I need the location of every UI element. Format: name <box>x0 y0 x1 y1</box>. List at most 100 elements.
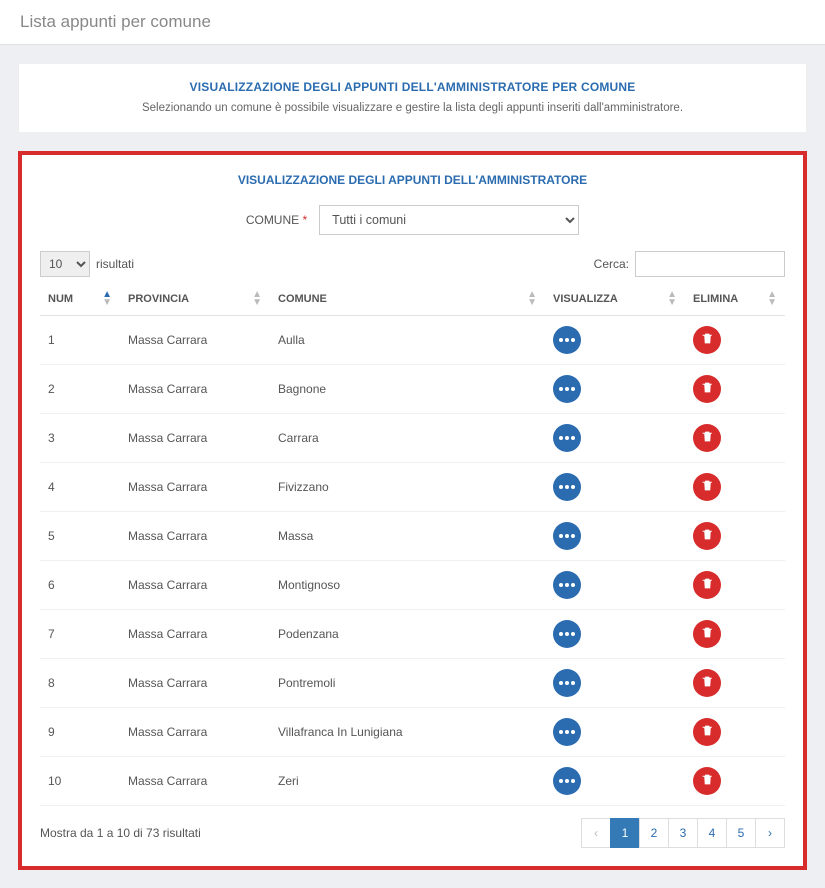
ellipsis-icon <box>559 436 575 440</box>
delete-button[interactable] <box>693 522 721 550</box>
comune-filter-row: COMUNE * Tutti i comuni <box>40 205 785 235</box>
search-input[interactable] <box>635 251 785 277</box>
cell-num: 8 <box>40 659 120 708</box>
table-row: 1Massa CarraraAulla <box>40 316 785 365</box>
sort-icon: ▲▼ <box>102 291 112 307</box>
cell-elimina <box>685 414 785 463</box>
view-button[interactable] <box>553 718 581 746</box>
col-header-num[interactable]: NUM ▲▼ <box>40 283 120 316</box>
cell-elimina <box>685 365 785 414</box>
cell-provincia: Massa Carrara <box>120 512 270 561</box>
delete-button[interactable] <box>693 620 721 648</box>
cell-provincia: Massa Carrara <box>120 365 270 414</box>
pagination-prev[interactable]: ‹ <box>581 818 611 848</box>
table-row: 6Massa CarraraMontignoso <box>40 561 785 610</box>
cell-visualizza <box>545 757 685 806</box>
trash-icon <box>701 528 714 544</box>
delete-button[interactable] <box>693 669 721 697</box>
view-button[interactable] <box>553 669 581 697</box>
trash-icon <box>701 675 714 691</box>
pagination-page-3[interactable]: 3 <box>668 818 698 848</box>
sort-icon: ▲▼ <box>667 291 677 307</box>
cell-num: 1 <box>40 316 120 365</box>
cell-provincia: Massa Carrara <box>120 414 270 463</box>
cell-provincia: Massa Carrara <box>120 463 270 512</box>
delete-button[interactable] <box>693 326 721 354</box>
cell-elimina <box>685 463 785 512</box>
cell-visualizza <box>545 463 685 512</box>
search-label: Cerca: <box>594 257 629 271</box>
cell-elimina <box>685 561 785 610</box>
col-header-provincia[interactable]: PROVINCIA ▲▼ <box>120 283 270 316</box>
col-header-visualizza[interactable]: VISUALIZZA ▲▼ <box>545 283 685 316</box>
cell-num: 6 <box>40 561 120 610</box>
ellipsis-icon <box>559 338 575 342</box>
pagination-page-2[interactable]: 2 <box>639 818 669 848</box>
ellipsis-icon <box>559 485 575 489</box>
delete-button[interactable] <box>693 718 721 746</box>
table-row: 4Massa CarraraFivizzano <box>40 463 785 512</box>
col-header-elimina[interactable]: ELIMINA ▲▼ <box>685 283 785 316</box>
cell-num: 5 <box>40 512 120 561</box>
cell-comune: Montignoso <box>270 561 545 610</box>
sort-icon: ▲▼ <box>527 291 537 307</box>
trash-icon <box>701 724 714 740</box>
ellipsis-icon <box>559 730 575 734</box>
delete-button[interactable] <box>693 473 721 501</box>
view-button[interactable] <box>553 473 581 501</box>
col-header-comune[interactable]: COMUNE ▲▼ <box>270 283 545 316</box>
view-button[interactable] <box>553 424 581 452</box>
trash-icon <box>701 381 714 397</box>
cell-provincia: Massa Carrara <box>120 757 270 806</box>
ellipsis-icon <box>559 387 575 391</box>
main-card-title: VISUALIZZAZIONE DEGLI APPUNTI DELL'AMMIN… <box>40 173 785 187</box>
comune-filter-label: COMUNE * <box>246 213 307 227</box>
data-table: NUM ▲▼ PROVINCIA ▲▼ COMUNE ▲▼ VISUALIZZA… <box>40 283 785 806</box>
table-body: 1Massa CarraraAulla2Massa CarraraBagnone… <box>40 316 785 806</box>
cell-provincia: Massa Carrara <box>120 659 270 708</box>
comune-select[interactable]: Tutti i comuni <box>319 205 579 235</box>
cell-comune: Fivizzano <box>270 463 545 512</box>
comune-filter-label-text: COMUNE <box>246 213 299 227</box>
pagination-page-1[interactable]: 1 <box>610 818 640 848</box>
delete-button[interactable] <box>693 767 721 795</box>
cell-comune: Carrara <box>270 414 545 463</box>
ellipsis-icon <box>559 583 575 587</box>
pagination-page-4[interactable]: 4 <box>697 818 727 848</box>
cell-elimina <box>685 610 785 659</box>
page-title: Lista appunti per comune <box>0 0 825 45</box>
view-button[interactable] <box>553 326 581 354</box>
col-header-visualizza-label: VISUALIZZA <box>553 293 618 305</box>
cell-visualizza <box>545 414 685 463</box>
view-button[interactable] <box>553 375 581 403</box>
cell-visualizza <box>545 561 685 610</box>
cell-comune: Massa <box>270 512 545 561</box>
delete-button[interactable] <box>693 571 721 599</box>
info-card: VISUALIZZAZIONE DEGLI APPUNTI DELL'AMMIN… <box>18 63 807 133</box>
view-button[interactable] <box>553 522 581 550</box>
delete-button[interactable] <box>693 424 721 452</box>
pagination-next[interactable]: › <box>755 818 785 848</box>
cell-comune: Villafranca In Lunigiana <box>270 708 545 757</box>
trash-icon <box>701 626 714 642</box>
sort-icon: ▲▼ <box>252 291 262 307</box>
cell-comune: Zeri <box>270 757 545 806</box>
delete-button[interactable] <box>693 375 721 403</box>
col-header-elimina-label: ELIMINA <box>693 293 738 305</box>
cell-elimina <box>685 659 785 708</box>
cell-provincia: Massa Carrara <box>120 708 270 757</box>
ellipsis-icon <box>559 632 575 636</box>
col-header-comune-label: COMUNE <box>278 293 327 305</box>
cell-visualizza <box>545 659 685 708</box>
view-button[interactable] <box>553 620 581 648</box>
cell-visualizza <box>545 316 685 365</box>
pagination-page-5[interactable]: 5 <box>726 818 756 848</box>
page-size-select[interactable]: 10 <box>40 251 90 277</box>
cell-comune: Aulla <box>270 316 545 365</box>
table-row: 3Massa CarraraCarrara <box>40 414 785 463</box>
view-button[interactable] <box>553 767 581 795</box>
cell-comune: Podenzana <box>270 610 545 659</box>
cell-provincia: Massa Carrara <box>120 561 270 610</box>
table-row: 8Massa CarraraPontremoli <box>40 659 785 708</box>
view-button[interactable] <box>553 571 581 599</box>
